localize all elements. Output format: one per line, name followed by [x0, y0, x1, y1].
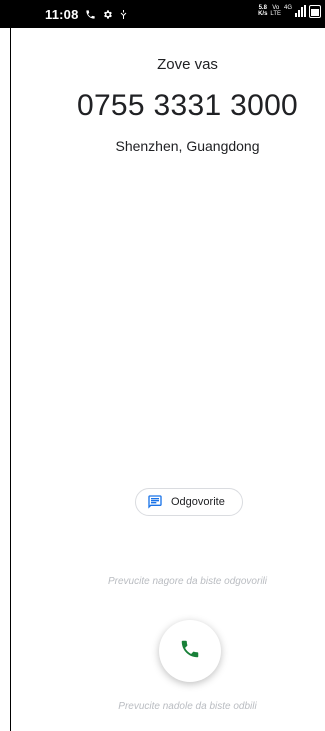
- caller-location: Shenzhen, Guangdong: [115, 138, 260, 154]
- swipe-up-hint: Prevucite nagore da biste odgovorili: [108, 576, 267, 587]
- incoming-call-label: Zove vas: [157, 56, 218, 73]
- reply-label: Odgovorite: [171, 496, 225, 508]
- answer-button[interactable]: [159, 620, 221, 682]
- left-divider: [10, 28, 11, 731]
- sync-icon: [119, 9, 128, 20]
- left-edge: [0, 28, 10, 731]
- swipe-down-hint: Prevucite nadole da biste odbili: [118, 701, 257, 712]
- network-type: 4G: [283, 5, 292, 11]
- gear-icon: [102, 9, 113, 20]
- reply-button[interactable]: Odgovorite: [135, 488, 243, 516]
- status-bar-right: 5.8 K/s Vo LTE 4G: [258, 5, 321, 18]
- caller-number: 0755 3331 3000: [76, 89, 299, 122]
- battery-icon: [309, 5, 321, 18]
- status-bar-left: 11:08: [45, 7, 128, 22]
- network-speed: 5.8 K/s: [258, 5, 268, 17]
- phone-icon: [179, 638, 201, 665]
- message-icon: [147, 494, 163, 510]
- volte-indicator: Vo LTE: [270, 5, 281, 17]
- phone-icon: [85, 9, 96, 20]
- signal-icon: [295, 5, 306, 17]
- status-bar: 11:08 5.8 K/s Vo LTE 4G: [0, 0, 325, 28]
- status-time: 11:08: [45, 7, 79, 22]
